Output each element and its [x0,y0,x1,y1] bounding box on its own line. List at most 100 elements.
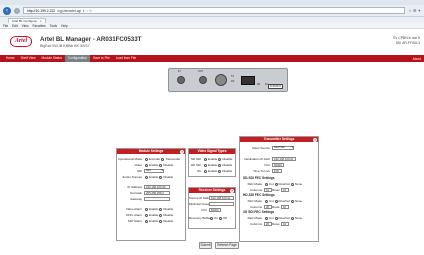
sfp-alarm2-disable-radio[interactable] [159,219,163,223]
buffer-off-label: Off [223,216,227,220]
nav-save-to-file[interactable]: Save to File [90,55,113,62]
multicast-input[interactable] [209,202,234,206]
video-source-label: Video Source [252,146,270,150]
help-icon[interactable]: ? [230,188,234,193]
submit-button[interactable]: Submit [199,242,212,249]
ip-label: IP Address [127,185,142,189]
fec1-rowcol-radio[interactable] [274,182,278,186]
fec3-rows-input[interactable]: 10 [281,222,289,226]
rx-port-label: Port [201,208,207,212]
nav-load-from-file[interactable]: Load from File [113,55,139,62]
3g-enable-radio[interactable] [204,169,207,173]
sfp-alarm2-label: SFP Alarm [127,219,142,223]
menu-tools[interactable]: Tools [50,23,57,28]
jumbo-enable-radio[interactable] [145,175,148,179]
fec1-none-radio[interactable] [290,182,294,186]
fec1-col-radio[interactable] [265,182,268,186]
device-faceplate-image: IN OUT TX RX 2B 4C FC05333T [168,68,288,92]
buffer-on-radio[interactable] [210,216,213,220]
help-icon[interactable]: ? [313,137,317,142]
3g-disable-radio[interactable] [218,169,222,173]
3g-row: 3G Enable Disable [189,168,235,174]
hd-sdi-disable-radio[interactable] [218,163,222,167]
sfp-alarm-enable-radio[interactable] [145,213,148,217]
video-source-row: Video Source SFP/SDI ▾ [240,145,318,151]
device-label-rx: RX [231,80,235,83]
sd-sdi-enable-radio[interactable] [204,157,207,161]
forward-icon[interactable]: › [14,7,20,14]
receiver-settings-heading: Receiver Settings [198,188,226,192]
address-bar[interactable]: http://10.199.2.222 /cgi-bin/artel.cgi ℹ… [23,7,406,14]
oper-mode-label: Operational Mode [118,157,142,161]
fec3-rowcol-radio[interactable] [274,216,278,220]
menu-file[interactable]: File [3,23,8,28]
fec2-none-radio[interactable] [290,199,294,203]
video-signal-heading: Video Signal Types [197,149,227,153]
fec3-cols-input[interactable]: 20 [264,222,272,226]
fec3-none-radio[interactable] [290,216,294,220]
dest-ip-input[interactable]: 192.168.100.91 [272,157,296,161]
multicast-label: Multicast Group [189,202,211,206]
gateway-row: Gateway [117,196,185,202]
sfp-alarm2-enable-radio[interactable] [145,219,148,223]
help-icon[interactable]: ? [180,149,184,154]
video-enable-radio[interactable] [145,163,148,167]
fec1-rows-input[interactable]: 10 [281,188,289,192]
menu-help[interactable]: Help [61,23,68,28]
hd-sdi-enable-radio[interactable] [204,163,207,167]
jumbo-disable-radio[interactable] [159,175,163,179]
nav-home[interactable]: Home [3,55,18,62]
ip-input[interactable]: 192.168.100.90 [144,185,170,189]
buffer-off-radio[interactable] [219,216,223,220]
receiver-settings-title: Receiver Settings ? [189,188,235,193]
tx-port-input[interactable]: 50000 [272,163,284,167]
ttl-input[interactable]: 128 [272,169,282,173]
video-alarm-enable-label: Enable [149,207,159,211]
fec3-col-radio[interactable] [265,216,268,220]
nav-module-status[interactable]: Module Status [39,55,65,62]
fec3-rowcol-label: Row/Col [278,216,290,220]
sdi-label: SDI [136,169,142,173]
device-label-out: OUT [198,70,204,73]
encoder-radio[interactable] [145,157,148,161]
sd-sdi-disable-radio[interactable] [218,157,222,161]
video-disable-radio[interactable] [159,163,163,167]
sdi-select-value: SDI [146,168,151,173]
fec1-cols-input[interactable]: 10 [264,188,272,192]
video-alarm-disable-radio[interactable] [159,207,163,211]
fec1-rows-label: Rows [272,188,280,192]
refresh-page-button[interactable]: Refresh Page [215,242,239,249]
sfp-alarm-disable-radio[interactable] [159,213,163,217]
browser-buttons[interactable]: ☆ ⚙ ✦ [408,8,421,13]
dest-ip-label: Destination IP Addr [244,157,270,161]
sfp-alarm-label: SFP+ Alarm [125,213,142,217]
video-source-select[interactable]: SFP/SDI ▾ [272,146,294,150]
browser-tab[interactable]: Artel BL Configura... × [8,18,46,23]
fec1-col-label: Col [269,182,274,186]
nav-shelf-view[interactable]: Shelf View [18,55,39,62]
fec2-rows-input[interactable]: 10 [281,205,289,209]
fec2-cols-input[interactable]: 20 [264,205,272,209]
sfp-alarm2-enable-label: Enable [149,219,159,223]
video-alarm-enable-radio[interactable] [145,207,148,211]
nav-configuration[interactable]: Configuration [64,55,90,62]
fec2-col-label: Col [269,199,274,203]
back-icon[interactable]: ‹ [3,6,11,15]
gateway-input[interactable] [144,197,170,201]
netmask-input[interactable]: 255.255.255.0 [144,191,170,195]
fec2-none-label: None [294,199,303,203]
fec2-rowcol-radio[interactable] [274,199,278,203]
sdi-select[interactable]: SDI ▾ [144,169,164,173]
buffer-row: Recovery Buffer On Off [189,215,235,221]
transcoder-radio[interactable] [161,157,165,161]
fec2-rows-label: Rows [272,205,280,209]
rx-port-input[interactable]: 50000 [209,208,221,212]
fec2-cols-label: Columns [250,205,262,209]
fec2-col-radio[interactable] [265,199,268,203]
video-enable-label: Enable [149,163,159,167]
source-ip-input[interactable]: 192.168.100.91 [209,196,234,200]
browser-navbar: ‹ › http://10.199.2.222 /cgi-bin/artel.c… [0,5,424,17]
address-path: /cgi-bin/artel.cgi [57,9,82,13]
nav-about[interactable]: About [413,57,421,61]
sfp-alarm2-disable-label: Disable [163,219,174,223]
